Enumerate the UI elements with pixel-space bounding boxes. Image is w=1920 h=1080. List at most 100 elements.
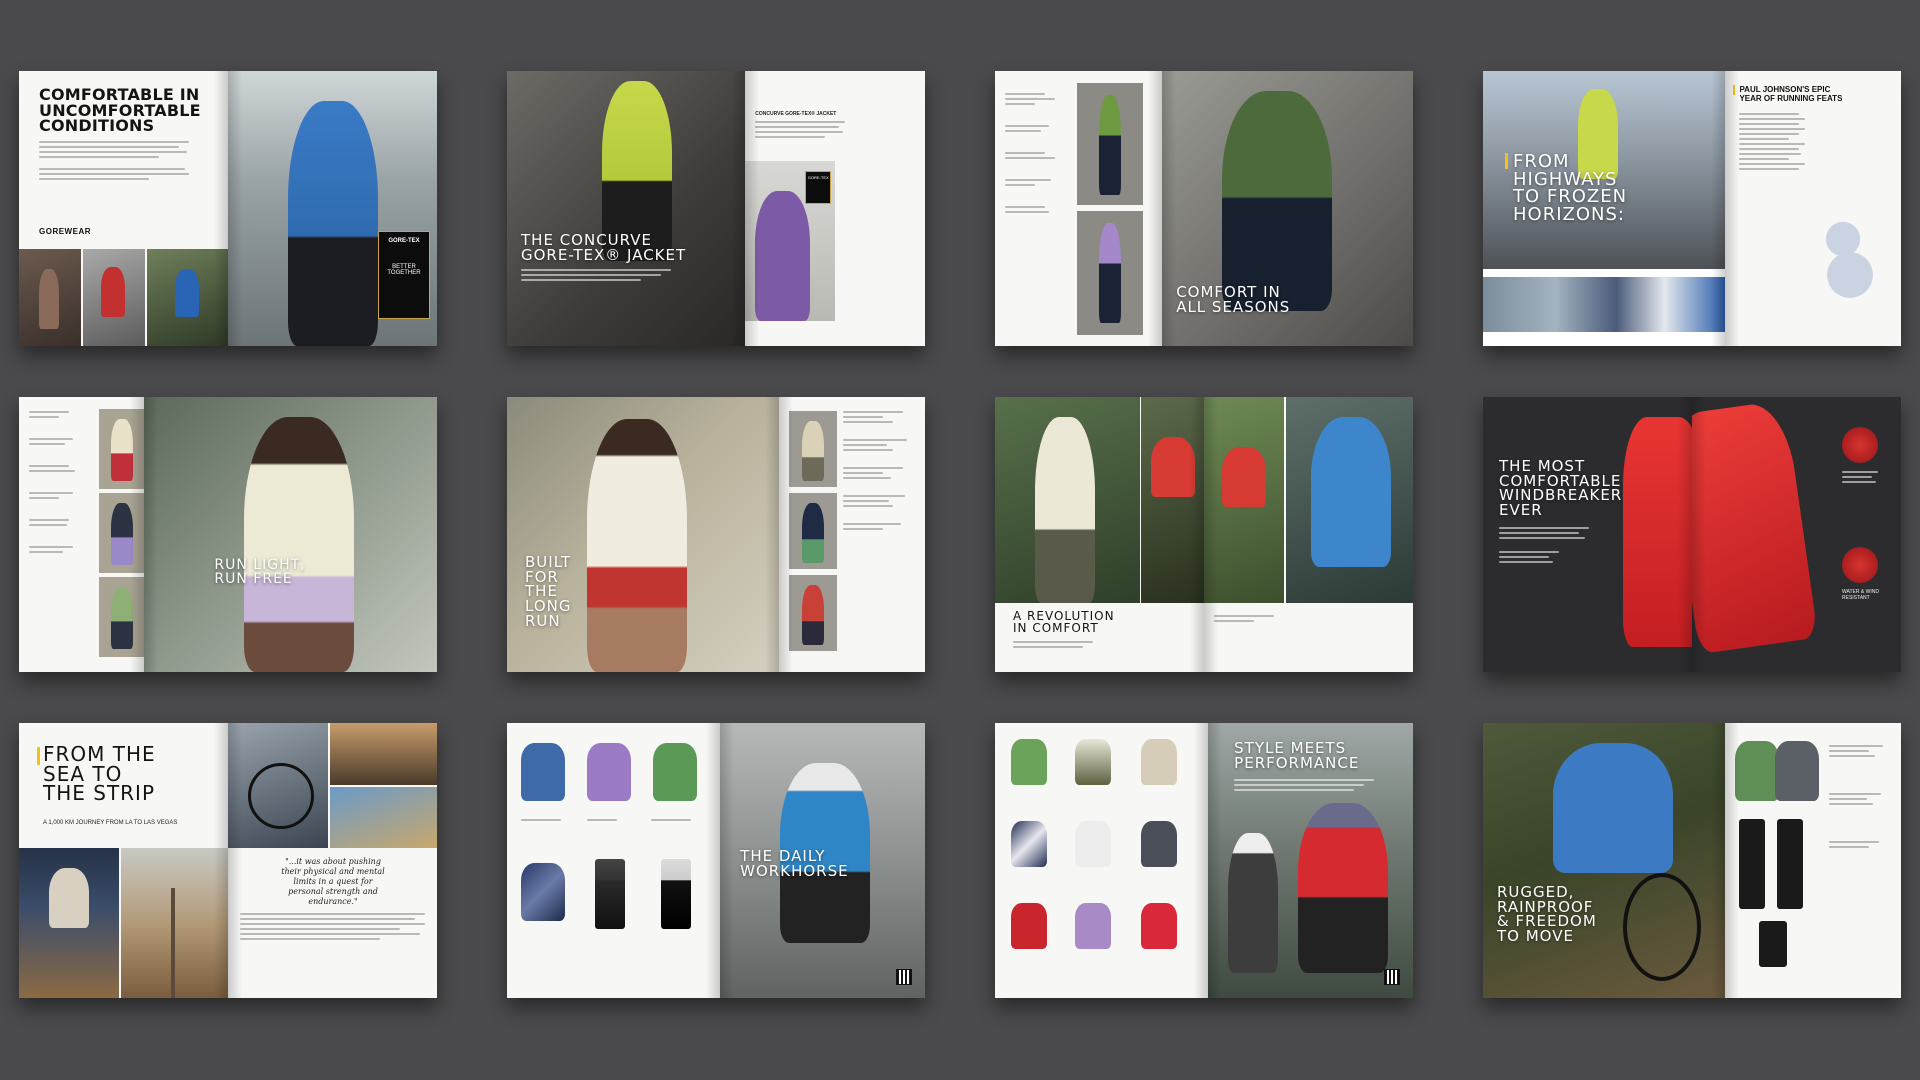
photo-cyclist-2	[1204, 397, 1284, 603]
spread-revolution-comfort[interactable]: A REVOLUTION IN COMFORT	[995, 397, 1413, 672]
product-tile-2	[1077, 211, 1143, 335]
left-page	[507, 723, 721, 998]
spread-headline: A REVOLUTION IN COMFORT	[1013, 609, 1115, 635]
spread-built-long-run[interactable]: BUILT FOR THE LONG RUN	[507, 397, 925, 672]
body-text	[1234, 779, 1375, 794]
spread-rugged-rainproof[interactable]: RUGGED, RAINPROOF & FREEDOM TO MOVE	[1483, 723, 1901, 998]
right-page	[1204, 397, 1413, 672]
spread-headline: THE DAILY WORKHORSE	[740, 847, 849, 880]
bib-shorts-2	[661, 859, 691, 929]
right-page	[778, 397, 925, 672]
cyclist-1	[1228, 833, 1279, 973]
spread-sea-to-strip[interactable]: FROM THE SEA TO THE STRIP A 1,000 KM JOU…	[19, 723, 437, 998]
photo-cyclist	[1141, 397, 1204, 603]
runner-figure	[244, 417, 355, 672]
spread-style-performance[interactable]: STYLE MEETS PERFORMANCE	[995, 723, 1413, 998]
fabric-callout-2	[1842, 547, 1878, 583]
callout-label: WATER & WIND RESISTANT	[1842, 589, 1879, 601]
spread-headline: THE CONCURVE GORE-TEX® JACKET	[521, 231, 687, 264]
right-page-photo: THE DAILY WORKHORSE	[720, 723, 925, 998]
left-page	[995, 71, 1163, 346]
callout-text-1	[1842, 471, 1882, 486]
left-page-photo: THE CONCURVE GORE-TEX® JACKET	[507, 71, 746, 346]
accent-bar	[37, 747, 40, 765]
product-tile-2	[99, 493, 145, 573]
product-tile-3	[788, 575, 837, 651]
spread-comfortable-conditions[interactable]: COMFORTABLE IN UNCOMFORTABLE CONDITIONS …	[19, 71, 437, 346]
photo-cycling	[228, 723, 328, 848]
qr-code[interactable]	[1384, 969, 1401, 985]
cyclist-2	[1298, 803, 1389, 973]
thumb-photo-3	[147, 249, 228, 346]
pull-quote: "...it was about pushing their physical …	[281, 857, 385, 906]
thumb-photo-2	[83, 249, 145, 346]
product-list	[1005, 93, 1060, 216]
jersey-white	[1075, 821, 1111, 867]
photo-desert-road	[121, 848, 228, 998]
spread-daily-workhorse[interactable]: THE DAILY WORKHORSE	[507, 723, 925, 998]
right-page-photo: COMFORT IN ALL SEASONS	[1162, 71, 1413, 346]
pants-1	[1739, 819, 1766, 909]
brand-logo: GOREWEAR	[39, 227, 91, 236]
product-list	[29, 411, 79, 556]
right-page	[1725, 723, 1901, 998]
runner-figure	[587, 419, 687, 672]
jersey-red-2	[1141, 903, 1177, 949]
jersey-blue	[521, 743, 565, 801]
spread-headline: BUILT FOR THE LONG RUN	[525, 553, 572, 630]
photo-dusk	[330, 723, 437, 785]
left-page-photo: FROM HIGHWAYS TO FROZEN HORIZONS:	[1483, 71, 1726, 346]
pants-2	[1777, 819, 1804, 909]
product-list	[1214, 615, 1404, 625]
body-text	[521, 269, 671, 284]
left-page: COMFORTABLE IN UNCOMFORTABLE CONDITIONS …	[19, 71, 228, 346]
spread-windbreaker[interactable]: THE MOST COMFORTABLE WINDBREAKER EVER WA…	[1483, 397, 1901, 672]
body-text	[1499, 527, 1589, 566]
product-photo: GORE-TEX	[745, 161, 836, 321]
jersey-purple	[587, 743, 631, 801]
right-page-photo: GORE-TEX BETTER TOGETHER	[228, 71, 437, 346]
qr-code[interactable]	[896, 969, 913, 985]
left-page-photo: BUILT FOR THE LONG RUN	[507, 397, 779, 672]
photo-vegas	[330, 787, 437, 848]
bike-wheel	[1623, 873, 1701, 981]
spread-run-light[interactable]: RUN LIGHT, RUN FREE	[19, 397, 437, 672]
photo-runner	[995, 397, 1140, 603]
thumb-strip	[1483, 277, 1726, 332]
product-tile-2	[788, 493, 837, 569]
accent-bar	[1733, 85, 1736, 95]
spread-subtitle: A 1,000 KM JOURNEY FROM LA TO LAS VEGAS	[43, 820, 178, 826]
body-text	[1013, 641, 1093, 651]
product-desc	[755, 121, 846, 141]
product-list	[842, 411, 919, 533]
body-text	[1739, 113, 1809, 173]
spread-comfort-seasons[interactable]: COMFORT IN ALL SEASONS	[995, 71, 1413, 346]
jersey-green	[1011, 739, 1047, 785]
bib-shorts-1	[595, 859, 625, 929]
body-text	[240, 913, 425, 943]
spread-headline: FROM THE SEA TO THE STRIP	[43, 742, 156, 806]
spread-concurve-jacket[interactable]: THE CONCURVE GORE-TEX® JACKET GORE-TEX C…	[507, 71, 925, 346]
spread-headline: COMFORTABLE IN UNCOMFORTABLE CONDITIONS	[39, 85, 201, 136]
jersey-green	[653, 743, 697, 801]
photo-rider-blue	[1286, 397, 1413, 603]
body-text	[39, 141, 189, 183]
runner-figure	[1222, 91, 1333, 311]
photo-neon	[19, 848, 119, 998]
product-tile-1	[1077, 83, 1143, 205]
mtb-rider	[1553, 743, 1673, 873]
thumb-photo-1	[19, 249, 81, 346]
jersey-olive	[1075, 739, 1111, 785]
spread-headline: RUGGED, RAINPROOF & FREEDOM TO MOVE	[1497, 883, 1597, 946]
spread-highways-horizons[interactable]: FROM HIGHWAYS TO FROZEN HORIZONS: PAUL J…	[1483, 71, 1901, 346]
left-page: THE MOST COMFORTABLE WINDBREAKER EVER	[1483, 397, 1692, 672]
jersey-charcoal	[1141, 821, 1177, 867]
product-list	[1829, 745, 1889, 851]
right-page-photo: RUN LIGHT, RUN FREE	[144, 397, 437, 672]
map-graphic	[1815, 221, 1886, 311]
jacket-image-right	[1692, 399, 1819, 655]
spread-headline: STYLE MEETS PERFORMANCE	[1234, 739, 1360, 772]
goretex-badge: GORE-TEX BETTER TOGETHER	[378, 231, 430, 319]
product-tile-1	[99, 409, 145, 489]
accent-bar	[1505, 153, 1508, 169]
